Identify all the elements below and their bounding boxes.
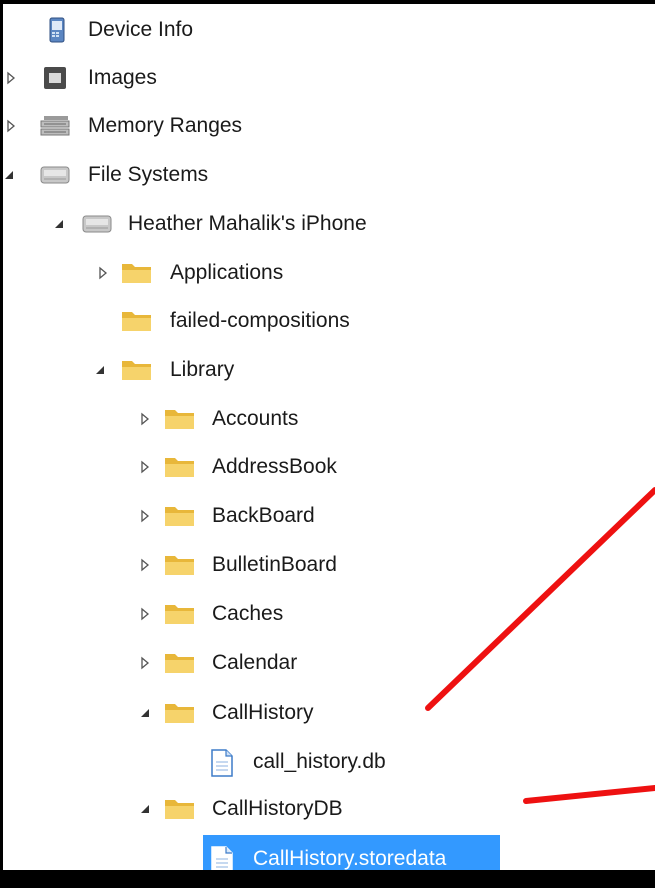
- expand-arrow-icon[interactable]: [138, 656, 152, 670]
- tree-item-label: Caches: [212, 602, 284, 625]
- tree-item-label: Heather Mahalik's iPhone: [128, 212, 367, 235]
- tree-item-label: AddressBook: [212, 455, 337, 478]
- collapse-arrow-icon[interactable]: [93, 363, 107, 377]
- tree-item-call-history-db[interactable]: call_history.db: [0, 738, 655, 786]
- collapse-arrow-icon[interactable]: [138, 706, 152, 720]
- tree-item-label: Library: [170, 358, 235, 381]
- frame-edge-left: [0, 0, 3, 888]
- frame-edge-top: [0, 0, 655, 4]
- tree-item-file-systems[interactable]: File Systems: [0, 151, 655, 199]
- folder-icon: [163, 795, 195, 823]
- tree-item-images[interactable]: Images: [0, 54, 655, 102]
- tree-item-label: Images: [88, 66, 157, 89]
- folder-icon: [163, 600, 195, 628]
- tree-item-caches[interactable]: Caches: [0, 590, 655, 638]
- tree-item-device-info[interactable]: Device Info: [0, 6, 655, 54]
- file-icon: [206, 845, 238, 874]
- tree-item-memory-ranges[interactable]: Memory Ranges: [0, 102, 655, 150]
- folder-icon: [163, 405, 195, 433]
- tree-item-label: File Systems: [88, 163, 209, 186]
- collapse-arrow-icon[interactable]: [52, 217, 66, 231]
- folder-icon: [120, 307, 152, 335]
- file-tree-panel: Device Info Images Memory Ranges File Sy…: [0, 0, 655, 888]
- phone-icon: [42, 16, 74, 44]
- file-icon: [206, 748, 238, 777]
- tree-item-label: failed-compositions: [170, 309, 350, 332]
- tree-item-callhistory[interactable]: CallHistory: [0, 689, 655, 737]
- collapse-arrow-icon[interactable]: [2, 168, 16, 182]
- expand-arrow-icon[interactable]: [138, 412, 152, 426]
- tree-item-addressbook[interactable]: AddressBook: [0, 443, 655, 491]
- folder-icon: [163, 453, 195, 481]
- expand-arrow-icon[interactable]: [138, 558, 152, 572]
- tree-item-label: call_history.db: [253, 750, 386, 773]
- tree-item-callhistorydb[interactable]: CallHistoryDB: [0, 785, 655, 833]
- tree-item-calendar[interactable]: Calendar: [0, 639, 655, 687]
- folder-icon: [163, 502, 195, 530]
- memory-icon: [38, 112, 70, 140]
- folder-icon: [163, 699, 195, 727]
- image-icon: [40, 64, 72, 92]
- drive-icon: [38, 161, 70, 189]
- tree-item-backboard[interactable]: BackBoard: [0, 492, 655, 540]
- tree-item-label: CallHistory.storedata: [253, 847, 447, 870]
- folder-icon: [120, 356, 152, 384]
- expand-arrow-icon[interactable]: [138, 607, 152, 621]
- collapse-arrow-icon[interactable]: [138, 802, 152, 816]
- tree-item-label: Applications: [170, 261, 284, 284]
- tree-item-device[interactable]: Heather Mahalik's iPhone: [0, 200, 655, 248]
- expand-arrow-icon[interactable]: [138, 460, 152, 474]
- tree-item-label: BulletinBoard: [212, 553, 337, 576]
- tree-item-label: Memory Ranges: [88, 114, 243, 137]
- expand-arrow-icon[interactable]: [138, 509, 152, 523]
- folder-icon: [163, 649, 195, 677]
- tree-item-accounts[interactable]: Accounts: [0, 395, 655, 443]
- expand-arrow-icon[interactable]: [96, 266, 110, 280]
- expand-arrow-icon[interactable]: [4, 119, 18, 133]
- tree-item-library[interactable]: Library: [0, 346, 655, 394]
- tree-item-applications[interactable]: Applications: [0, 249, 655, 297]
- tree-item-bulletinboard[interactable]: BulletinBoard: [0, 541, 655, 589]
- tree-item-label: CallHistory: [212, 701, 314, 724]
- folder-icon: [120, 259, 152, 287]
- tree-item-label: BackBoard: [212, 504, 315, 527]
- drive-icon: [80, 210, 112, 238]
- expand-arrow-icon[interactable]: [4, 71, 18, 85]
- tree-item-label: Device Info: [88, 18, 194, 41]
- tree-item-label: Calendar: [212, 651, 298, 674]
- folder-icon: [163, 551, 195, 579]
- tree-item-label: Accounts: [212, 407, 299, 430]
- tree-item-failed-compositions[interactable]: failed-compositions: [0, 297, 655, 345]
- tree-item-label: CallHistoryDB: [212, 797, 343, 820]
- frame-edge-bottom: [0, 870, 655, 888]
